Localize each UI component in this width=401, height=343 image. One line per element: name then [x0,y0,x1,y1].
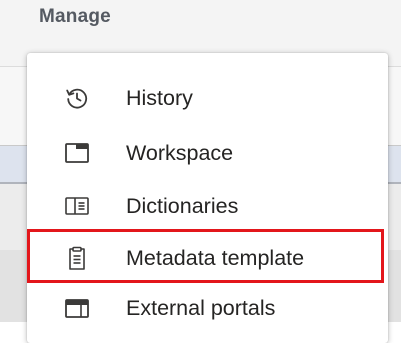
menu-item-label: History [126,85,193,110]
menu-item-external-portals[interactable]: External portals [27,283,388,333]
metadata-template-icon [64,245,90,271]
menu-item-label: External portals [126,295,276,320]
menu-item-label: Metadata template [126,245,305,270]
manage-menu-title[interactable]: Manage [39,6,111,28]
dictionaries-icon [64,193,90,219]
menu-item-label: Dictionaries [126,193,239,218]
workspace-icon [64,140,90,166]
menu-item-workspace[interactable]: Workspace [27,128,388,178]
history-icon [64,85,90,111]
manage-dropdown-menu: History Workspace Dictionaries Metadata … [27,53,388,343]
external-portals-icon [64,295,90,321]
menu-item-metadata-template[interactable]: Metadata template [27,233,388,283]
menu-item-label: Workspace [126,140,234,165]
menu-item-history[interactable]: History [27,73,388,123]
menu-item-dictionaries[interactable]: Dictionaries [27,181,388,231]
